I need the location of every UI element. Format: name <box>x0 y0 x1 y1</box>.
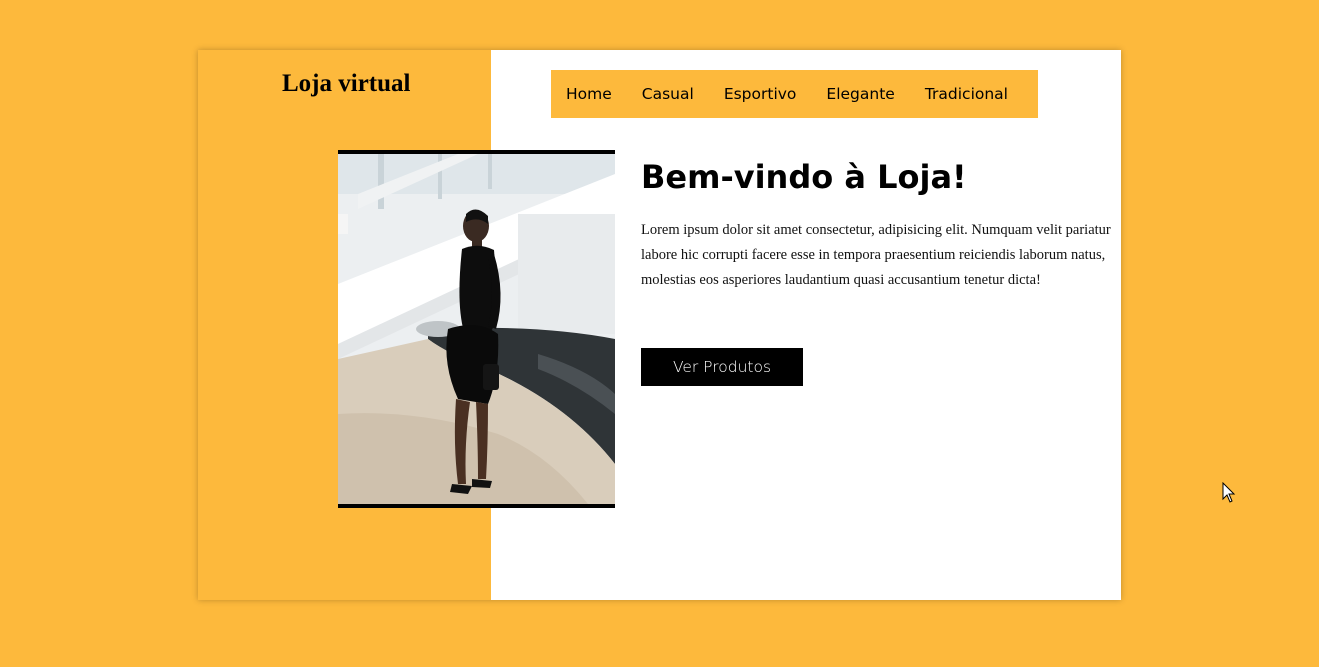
mouse-pointer-icon <box>1222 481 1236 508</box>
view-products-button[interactable]: Ver Produtos <box>641 348 803 386</box>
hero-image <box>338 150 615 508</box>
nav-item-tradicional[interactable]: Tradicional <box>925 85 1008 103</box>
hero-title: Bem-vindo à Loja! <box>641 158 967 196</box>
page-card: Loja virtual Home Casual Esportivo Elega… <box>198 50 1121 600</box>
nav-item-casual[interactable]: Casual <box>642 85 694 103</box>
nav-item-home[interactable]: Home <box>566 85 612 103</box>
main-nav: Home Casual Esportivo Elegante Tradicion… <box>551 70 1038 118</box>
nav-item-elegante[interactable]: Elegante <box>826 85 894 103</box>
hero-description: Lorem ipsum dolor sit amet consectetur, … <box>641 222 1111 288</box>
nav-item-esportivo[interactable]: Esportivo <box>724 85 797 103</box>
brand-logo[interactable]: Loja virtual <box>282 70 410 98</box>
